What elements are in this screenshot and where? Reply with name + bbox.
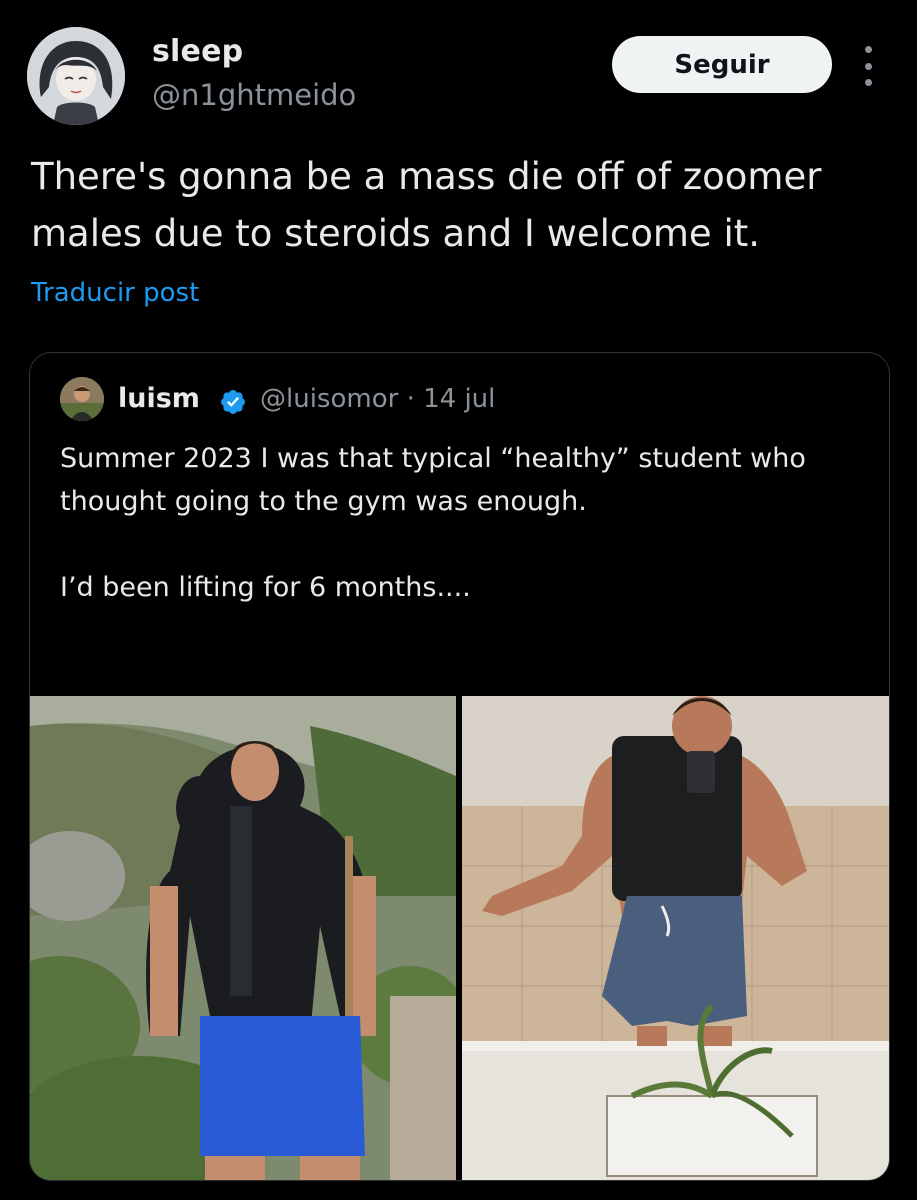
- quoted-post[interactable]: luism @luisomor · 14 jul Summer 2023 I w…: [29, 352, 890, 1181]
- quoted-text: Summer 2023 I was that typical “healthy”…: [60, 437, 860, 609]
- verified-badge-icon: [221, 390, 245, 414]
- photo-before[interactable]: [30, 696, 456, 1180]
- quoted-display-name[interactable]: luism: [118, 383, 200, 414]
- quoted-handle-date[interactable]: @luisomor · 14 jul: [260, 384, 495, 414]
- post-text: There's gonna be a mass die off of zoome…: [31, 155, 822, 255]
- photo-after[interactable]: [462, 696, 889, 1180]
- display-name[interactable]: sleep: [152, 34, 243, 69]
- quoted-paragraph-1: Summer 2023 I was that typical “healthy”…: [60, 443, 806, 517]
- quoted-avatar[interactable]: [60, 377, 104, 421]
- follow-button[interactable]: Seguir: [612, 36, 832, 93]
- quoted-paragraph-2: I’d been lifting for 6 months....: [60, 572, 471, 603]
- more-vertical-icon[interactable]: [858, 46, 878, 86]
- user-handle[interactable]: @n1ghtmeido: [152, 78, 356, 112]
- avatar[interactable]: [27, 27, 125, 125]
- translate-post-link[interactable]: Traducir post: [31, 278, 199, 308]
